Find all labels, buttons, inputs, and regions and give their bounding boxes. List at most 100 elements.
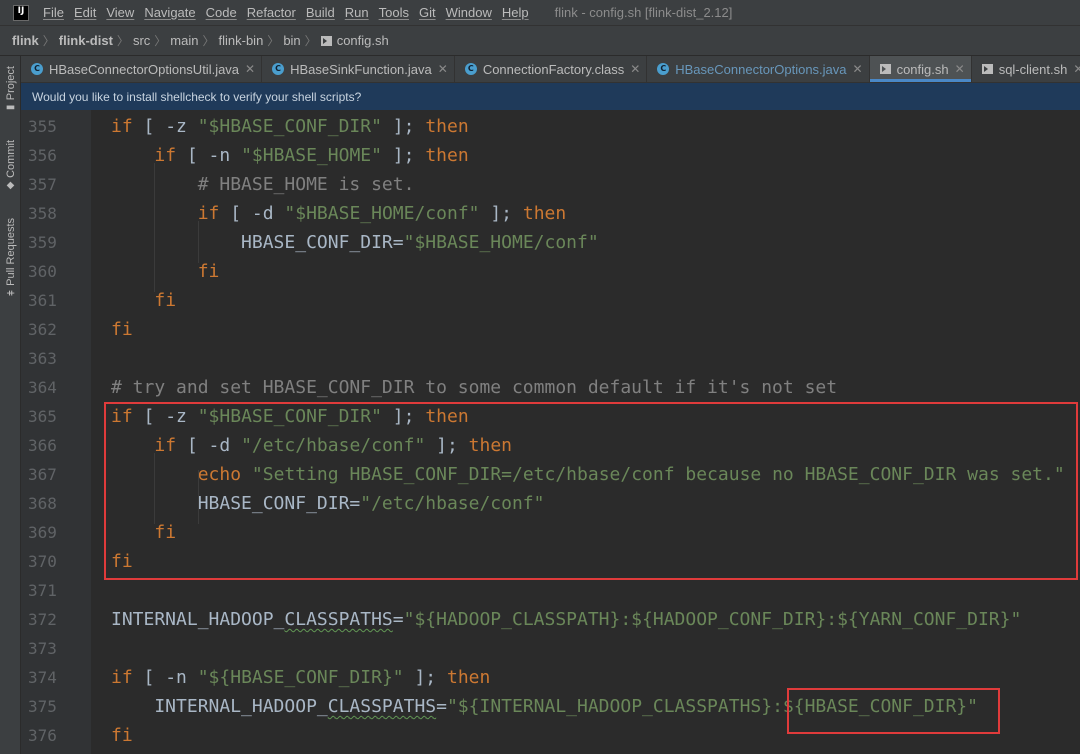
code-line[interactable]: 365 if [ -z "$HBASE_CONF_DIR" ]; then [21,402,1080,431]
class-icon: C [31,63,43,75]
code-line[interactable]: 355 if [ -z "$HBASE_CONF_DIR" ]; then [21,112,1080,141]
editor-tab-bar: C HBaseConnectorOptionsUtil.java ✕ C HBa… [21,56,1080,83]
menu-window[interactable]: Window [446,5,492,20]
code-token: "/etc/hbase/conf" [241,435,426,456]
menu-run[interactable]: Run [345,5,369,20]
commit-tool-button[interactable]: Commit ◆ [0,140,21,191]
code-token: fi [154,522,177,543]
line-number: 362 [28,320,57,339]
breadcrumb-item-flink-bin[interactable]: flink-bin [219,33,264,48]
menu-help[interactable]: Help [502,5,529,20]
code-line[interactable]: 356 if [ -n "$HBASE_HOME" ]; then [21,141,1080,170]
menu-view[interactable]: View [106,5,134,20]
code-token: = [436,696,447,717]
code-token: fi [111,319,133,340]
line-code: # try and set HBASE_CONF_DIR to some com… [111,373,837,402]
tab-connection-factory[interactable]: C ConnectionFactory.class ✕ [455,56,648,82]
code-token: "Setting HBASE_CONF_DIR=/etc/hbase/conf … [251,464,1065,485]
line-code: # HBASE_HOME is set. [111,170,415,199]
shell-script-icon [320,35,332,46]
tab-hbase-connector-options[interactable]: C HBaseConnectorOptions.java ✕ [647,56,870,82]
close-icon[interactable]: ✕ [955,62,965,76]
code-line[interactable]: 363 [21,344,1080,373]
code-token: "$HBASE_HOME" [241,145,382,166]
code-line[interactable]: 359 HBASE_CONF_DIR="$HBASE_HOME/conf" [21,228,1080,257]
code-editor[interactable]: 355 if [ -z "$HBASE_CONF_DIR" ]; then 356 … [21,110,1080,754]
pull-requests-tool-button[interactable]: Pull Requests ᚑ [0,218,21,299]
banner-text: Would you like to install shellcheck to … [32,89,362,104]
code-token: then [468,435,513,456]
close-icon[interactable]: ✕ [853,62,863,76]
menu-code[interactable]: Code [206,5,237,20]
breadcrumb-item-bin[interactable]: bin [283,33,300,48]
code-line[interactable]: 371 [21,576,1080,605]
line-code: fi [111,257,220,286]
code-line[interactable]: 374 if [ -n "${HBASE_CONF_DIR}" ]; then [21,663,1080,692]
menu-git[interactable]: Git [419,5,436,20]
code-line[interactable]: 362 fi [21,315,1080,344]
code-line[interactable]: 375 INTERNAL_HADOOP_CLASSPATHS="${INTERN… [21,692,1080,721]
code-token: CLASSPATHS [327,696,437,717]
code-token: [ -d [219,203,285,224]
commit-tool-label: Commit [4,140,17,178]
code-line[interactable]: 376 fi [21,721,1080,750]
close-icon[interactable]: ✕ [630,62,640,76]
close-icon[interactable]: ✕ [245,62,255,76]
menu-file[interactable]: File [43,5,64,20]
breadcrumb-item-flink[interactable]: flink [12,33,39,48]
line-number: 375 [28,697,57,716]
code-token: ]; [403,667,447,688]
code-line[interactable]: 358 if [ -d "$HBASE_HOME/conf" ]; then [21,199,1080,228]
code-line[interactable]: 368 HBASE_CONF_DIR="/etc/hbase/conf" [21,489,1080,518]
shell-script-icon [981,64,993,74]
code-token: "$HBASE_CONF_DIR" [197,116,382,137]
code-line[interactable]: 370 fi [21,547,1080,576]
code-line[interactable]: 369 fi [21,518,1080,547]
code-line[interactable]: 373 [21,634,1080,663]
shellcheck-notification-banner[interactable]: Would you like to install shellcheck to … [21,83,1080,110]
line-number: 355 [28,117,57,136]
code-line[interactable]: 361 fi [21,286,1080,315]
code-token: [ -n [132,667,198,688]
menu-build[interactable]: Build [306,5,335,20]
menu-navigate[interactable]: Navigate [144,5,195,20]
tab-sql-client-sh[interactable]: sql-client.sh ✕ [972,56,1080,82]
line-code: fi [111,315,133,344]
line-number: 372 [28,610,57,629]
project-tool-button[interactable]: Project ▬ [0,66,21,113]
breadcrumb-item-main[interactable]: main [170,33,198,48]
pull-requests-tool-label: Pull Requests [4,218,17,286]
class-icon: C [464,63,477,75]
breadcrumb-item-src[interactable]: src [133,33,150,48]
code-line[interactable]: 367 echo "Setting HBASE_CONF_DIR=/etc/hb… [21,460,1080,489]
line-number: 365 [28,407,57,426]
code-line[interactable]: 357 # HBASE_HOME is set. [21,170,1080,199]
line-number: 368 [28,494,57,513]
chevron-right-icon: 〉 [42,34,55,48]
menu-refactor[interactable]: Refactor [247,5,296,20]
line-code: if [ -n "${HBASE_CONF_DIR}" ]; then [111,663,490,692]
menu-tools[interactable]: Tools [379,5,409,20]
tab-hbase-sink-function[interactable]: C HBaseSinkFunction.java ✕ [262,56,455,82]
line-number: 364 [28,378,57,397]
tab-label: sql-client.sh [998,61,1068,77]
code-token: "${INTERNAL_HADOOP_CLASSPATHS}:${HBASE_C… [446,696,978,717]
breadcrumb-item-flink-dist[interactable]: flink-dist [59,33,113,48]
line-code: fi [111,286,176,315]
chevron-right-icon: 〉 [154,34,167,48]
code-line[interactable]: 372 INTERNAL_HADOOP_CLASSPATHS="${HADOOP_… [21,605,1080,634]
code-token: if [154,145,177,166]
tab-config-sh[interactable]: config.sh ✕ [869,56,972,82]
breadcrumb-item-config-sh[interactable]: config.sh [337,33,389,48]
code-line[interactable]: 366 if [ -d "/etc/hbase/conf" ]; then [21,431,1080,460]
code-line[interactable]: 364 # try and set HBASE_CONF_DIR to some … [21,373,1080,402]
tab-hbase-connector-options-util[interactable]: C HBaseConnectorOptionsUtil.java ✕ [21,56,263,82]
close-icon[interactable]: ✕ [1073,62,1080,76]
menu-edit[interactable]: Edit [74,5,96,20]
code-line[interactable]: 360 fi [21,257,1080,286]
close-icon[interactable]: ✕ [438,62,448,76]
